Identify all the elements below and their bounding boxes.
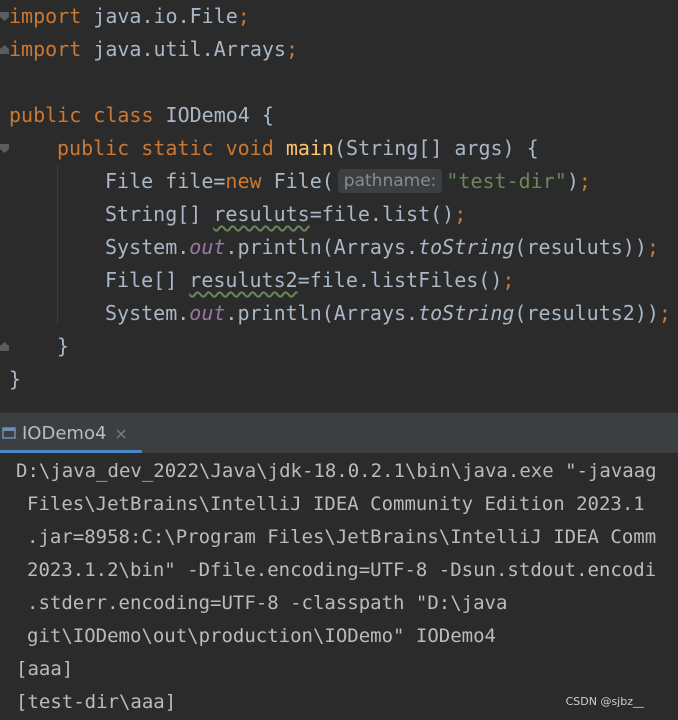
- indent-guide: [57, 165, 58, 325]
- console-line: 2023.1.2\bin" -Dfile.encoding=UTF-8 -Dsu…: [27, 559, 657, 581]
- close-icon[interactable]: ×: [114, 424, 127, 443]
- run-tool-window-header: IODemo4 ×: [0, 412, 678, 453]
- parameter-hint: pathname:: [337, 169, 443, 193]
- code-line-11: }: [57, 334, 70, 358]
- console-line: .jar=8958:C:\Program Files\JetBrains\Int…: [27, 526, 657, 548]
- code-line-4: public class IODemo4 {: [9, 103, 274, 127]
- code-line-7: String[] resuluts=file.list();: [105, 202, 467, 226]
- console-icon: [2, 427, 16, 439]
- code-line-8: System.out.println(Arrays.toString(resul…: [105, 235, 659, 259]
- console-line: git\IODemo\out\production\IODemo" IODemo…: [27, 625, 496, 647]
- console-output[interactable]: D:\java_dev_2022\Java\jdk-18.0.2.1\bin\j…: [0, 453, 678, 720]
- fold-marker-icon[interactable]: [0, 342, 9, 351]
- code-line-1: import java.io.File;: [9, 4, 250, 28]
- fold-marker-icon[interactable]: [0, 12, 9, 21]
- code-line-5: public static void main(String[] args) {: [57, 136, 539, 160]
- console-line: [aaa]: [16, 658, 74, 680]
- fold-marker-icon[interactable]: [0, 45, 9, 54]
- fold-marker-icon[interactable]: [0, 144, 9, 153]
- code-line-9: File[] resuluts2=file.listFiles();: [105, 268, 515, 292]
- tab-iodemo4[interactable]: IODemo4 ×: [0, 413, 142, 453]
- code-line-2: import java.util.Arrays;: [9, 37, 298, 61]
- console-line: Files\JetBrains\IntelliJ IDEA Community …: [27, 493, 645, 515]
- code-line-12: }: [9, 367, 22, 391]
- code-editor[interactable]: import java.io.File; import java.util.Ar…: [0, 0, 678, 410]
- code-line-10: System.out.println(Arrays.toString(resul…: [105, 301, 671, 325]
- unused-variable-warning[interactable]: resuluts2: [189, 268, 297, 292]
- unused-variable-warning[interactable]: resuluts: [213, 202, 309, 226]
- code-line-6: File file=new File(pathname: "test-dir");: [105, 169, 591, 193]
- console-line: [test-dir\aaa]: [16, 691, 177, 713]
- tab-label: IODemo4: [22, 422, 107, 444]
- console-line: .stderr.encoding=UTF-8 -classpath "D:\ja…: [27, 592, 508, 614]
- console-line: D:\java_dev_2022\Java\jdk-18.0.2.1\bin\j…: [16, 460, 657, 482]
- watermark: CSDN @sjbz__: [565, 695, 644, 708]
